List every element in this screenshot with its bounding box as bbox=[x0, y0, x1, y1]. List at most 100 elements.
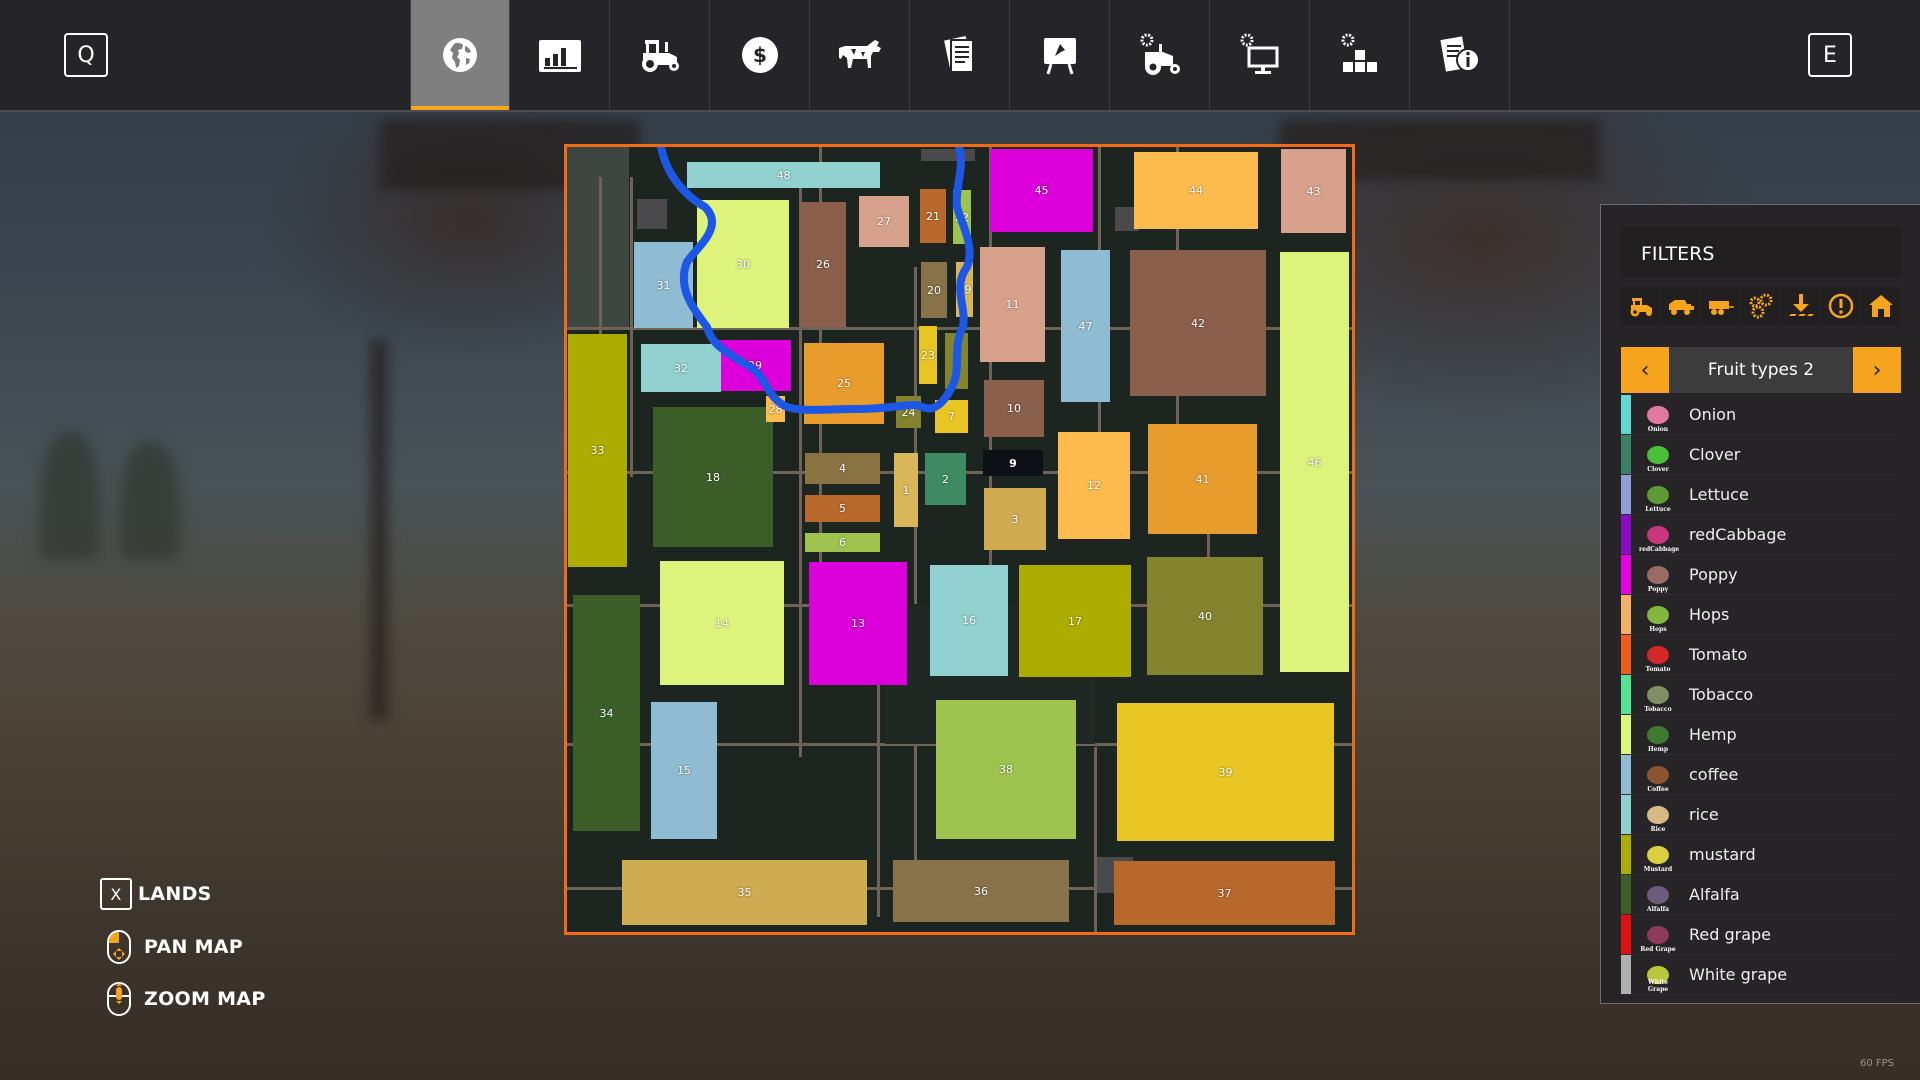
tab-statistics[interactable] bbox=[510, 0, 610, 110]
farm-map[interactable]: 1 2 3 4 5 6 7 8 9 10 11 12 13 14 15 16 17 18 19 20 21 22 23 24 2… bbox=[564, 144, 1355, 935]
tab-animals[interactable] bbox=[810, 0, 910, 110]
filter-vehicles-button[interactable] bbox=[1621, 287, 1660, 325]
fruit-filter-item[interactable]: Mustard mustard bbox=[1621, 835, 1891, 875]
fruit-name: White grape bbox=[1689, 965, 1788, 984]
tab-garage[interactable] bbox=[1110, 0, 1210, 110]
fruit-filter-item[interactable]: Clover Clover bbox=[1621, 435, 1891, 475]
filter-combines-button[interactable] bbox=[1661, 287, 1700, 325]
fruit-filter-item[interactable]: Onion Onion bbox=[1621, 395, 1891, 435]
fruit-filter-item[interactable]: Coffee coffee bbox=[1621, 755, 1891, 795]
filter-production-button[interactable] bbox=[1741, 287, 1780, 325]
mouse-left-click-icon bbox=[107, 930, 131, 964]
tab-info[interactable] bbox=[1410, 0, 1510, 110]
fruit-filter-item[interactable]: Tomato Tomato bbox=[1621, 635, 1891, 675]
filter-type-selector: ‹ Fruit types 2 › bbox=[1621, 347, 1901, 393]
fruit-color-swatch bbox=[1621, 835, 1631, 874]
tab-finances[interactable]: $ bbox=[710, 0, 810, 110]
tab-help[interactable] bbox=[1010, 0, 1110, 110]
fruit-icon-caption: Tomato bbox=[1645, 665, 1671, 673]
fruit-name: coffee bbox=[1689, 765, 1739, 784]
fruit-filter-item[interactable]: Lettuce Lettuce bbox=[1621, 475, 1891, 515]
fruit-icon: Coffee bbox=[1639, 758, 1677, 793]
background-scenery bbox=[120, 440, 180, 560]
fruit-filter-item[interactable]: White Grape White grape bbox=[1621, 955, 1891, 995]
tab-settings[interactable] bbox=[1210, 0, 1310, 110]
fruit-icon: White Grape bbox=[1639, 958, 1677, 993]
fruit-icon: Hemp bbox=[1639, 718, 1677, 753]
fruit-icon-caption: Mustard bbox=[1643, 865, 1673, 873]
fruit-color-swatch bbox=[1621, 475, 1631, 514]
fruit-image bbox=[1647, 645, 1669, 664]
fruit-icon: Mustard bbox=[1639, 838, 1677, 873]
filter-selling-points-button[interactable] bbox=[1781, 287, 1820, 325]
fruit-filter-item[interactable]: Rice rice bbox=[1621, 795, 1891, 835]
fruit-icon: Rice bbox=[1639, 798, 1677, 833]
fruit-name: mustard bbox=[1689, 845, 1756, 864]
fruit-icon: Lettuce bbox=[1639, 478, 1677, 513]
filter-category-bar bbox=[1621, 287, 1901, 325]
filter-trailers-button[interactable] bbox=[1701, 287, 1740, 325]
tab-vehicles[interactable] bbox=[610, 0, 710, 110]
fruit-color-swatch bbox=[1621, 755, 1631, 794]
home-icon bbox=[1868, 295, 1893, 317]
lands-hint[interactable]: X LANDS bbox=[100, 878, 212, 910]
map-canvas[interactable]: 1 2 3 4 5 6 7 8 9 10 11 12 13 14 15 16 17 18 19 20 21 22 23 24 2… bbox=[567, 147, 1352, 932]
fruit-icon-caption: Poppy bbox=[1647, 585, 1669, 593]
fruit-icon-caption: Onion bbox=[1647, 425, 1669, 433]
fruit-filter-item[interactable]: Alfalfa Alfalfa bbox=[1621, 875, 1891, 915]
fruit-icon-caption: redCabbage bbox=[1639, 545, 1680, 553]
fruit-name: Poppy bbox=[1689, 565, 1738, 584]
gears-icon bbox=[1749, 293, 1772, 319]
fruit-icon-caption: Lettuce bbox=[1645, 505, 1671, 513]
fruit-icon-caption: White Grape bbox=[1647, 978, 1669, 993]
fruit-name: Lettuce bbox=[1689, 485, 1749, 504]
presentation-icon bbox=[1043, 38, 1076, 75]
fruit-filter-item[interactable]: Hemp Hemp bbox=[1621, 715, 1891, 755]
fruit-image bbox=[1647, 885, 1669, 904]
globe-icon bbox=[443, 38, 477, 72]
blocks-gear-icon bbox=[1341, 33, 1377, 72]
fruit-color-swatch bbox=[1621, 395, 1631, 434]
fruit-icon: Tobacco bbox=[1639, 678, 1677, 713]
fruit-image bbox=[1647, 765, 1669, 784]
tab-production[interactable] bbox=[1310, 0, 1410, 110]
fruit-icon-caption: Red Grape bbox=[1640, 945, 1676, 953]
fruit-color-swatch bbox=[1621, 955, 1631, 994]
fruit-type-list: Onion Onion Clover Clover Lettuce Lettuce redC… bbox=[1621, 395, 1891, 995]
river bbox=[657, 147, 974, 414]
fruit-filter-item[interactable]: Hops Hops bbox=[1621, 595, 1891, 635]
fruit-filter-item[interactable]: redCabbage redCabbage bbox=[1621, 515, 1891, 555]
fruit-name: rice bbox=[1689, 805, 1719, 824]
mouse-wheel-icon bbox=[107, 982, 131, 1016]
lands-label: LANDS bbox=[138, 883, 212, 905]
prev-page-key-button[interactable]: Q bbox=[64, 33, 108, 77]
bar-chart-icon bbox=[538, 40, 581, 72]
fruit-icon: Onion bbox=[1639, 398, 1677, 433]
fruit-image bbox=[1647, 925, 1669, 944]
fruit-icon-caption: Clover bbox=[1647, 465, 1669, 473]
background-scenery bbox=[40, 430, 100, 560]
tractor-icon bbox=[641, 40, 679, 72]
fruit-color-swatch bbox=[1621, 435, 1631, 474]
filters-title: FILTERS bbox=[1641, 243, 1715, 265]
fruit-name: redCabbage bbox=[1689, 525, 1787, 544]
filter-warnings-button[interactable] bbox=[1821, 287, 1860, 325]
tab-contracts[interactable] bbox=[910, 0, 1010, 110]
fruit-image bbox=[1647, 565, 1669, 584]
fruit-image bbox=[1647, 485, 1669, 504]
next-page-key-button[interactable]: E bbox=[1808, 33, 1852, 77]
fruit-name: Clover bbox=[1689, 445, 1741, 464]
trailer-icon bbox=[1708, 301, 1734, 315]
lands-key-button[interactable]: X bbox=[100, 878, 132, 910]
fruit-filter-item[interactable]: Red Grape Red grape bbox=[1621, 915, 1891, 955]
fruit-color-swatch bbox=[1621, 795, 1631, 834]
fruit-icon: Tomato bbox=[1639, 638, 1677, 673]
dollar-icon: $ bbox=[741, 37, 778, 73]
selector-prev-button[interactable]: ‹ bbox=[1621, 347, 1669, 393]
fruit-filter-item[interactable]: Tobacco Tobacco bbox=[1621, 675, 1891, 715]
filter-farmhouses-button[interactable] bbox=[1861, 287, 1900, 325]
fruit-filter-item[interactable]: Poppy Poppy bbox=[1621, 555, 1891, 595]
tab-map[interactable] bbox=[410, 0, 510, 110]
fruit-name: Red grape bbox=[1689, 925, 1772, 944]
selector-next-button[interactable]: › bbox=[1853, 347, 1901, 393]
